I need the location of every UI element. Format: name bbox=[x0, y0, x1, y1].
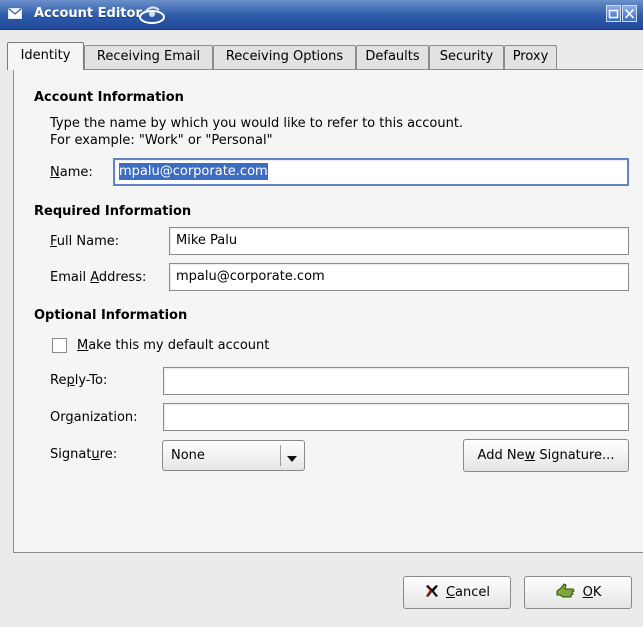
tab-receiving-options[interactable]: Receiving Options bbox=[213, 45, 356, 69]
ok-hand-icon bbox=[555, 582, 577, 604]
signature-label-pre: Signat bbox=[50, 447, 92, 462]
tab-proxy[interactable]: Proxy bbox=[504, 45, 557, 69]
email-label-mnemonic: A bbox=[90, 270, 99, 285]
ok-button[interactable]: OK bbox=[524, 576, 632, 609]
tab-security[interactable]: Security bbox=[429, 45, 504, 69]
add-signature-post: Signature... bbox=[535, 448, 615, 463]
ok-label: OK bbox=[583, 585, 602, 600]
default-account-checkbox[interactable] bbox=[52, 338, 67, 353]
cancel-mnemonic: C bbox=[445, 585, 456, 600]
optional-information-heading: Optional Information bbox=[34, 308, 188, 323]
signature-select-divider bbox=[280, 445, 281, 466]
add-signature-pre: Add Ne bbox=[477, 448, 525, 463]
tab-defaults[interactable]: Defaults bbox=[356, 45, 429, 69]
organization-label-mnemonic: g bbox=[65, 410, 74, 425]
ok-button-content: OK bbox=[555, 582, 602, 604]
reply-to-label-pre: Re bbox=[50, 373, 67, 388]
tab-receiving-email[interactable]: Receiving Email bbox=[84, 45, 213, 69]
cancel-label: Cancel bbox=[446, 585, 490, 600]
full-name-label-mnemonic: F bbox=[50, 234, 57, 249]
email-label-post: ddress: bbox=[98, 270, 147, 285]
window-title: Account Editor bbox=[34, 6, 142, 21]
title-bar[interactable]: Account Editor bbox=[0, 0, 643, 30]
add-signature-mnemonic: w bbox=[524, 448, 536, 463]
full-name-input[interactable]: Mike Palu bbox=[169, 227, 629, 255]
close-icon bbox=[624, 8, 635, 19]
signature-label-post: re: bbox=[99, 447, 118, 462]
maximize-icon bbox=[608, 9, 619, 19]
email-address-label: Email Address: bbox=[50, 270, 146, 285]
swirl-logo-icon bbox=[137, 2, 167, 26]
required-information-heading: Required Information bbox=[34, 204, 192, 219]
reply-to-label-post: ly-To: bbox=[74, 373, 108, 388]
add-signature-label: Add New Signature... bbox=[478, 448, 615, 463]
organization-label-pre: Or bbox=[50, 410, 66, 425]
name-label-mnemonic: N bbox=[50, 165, 60, 180]
ok-text: K bbox=[592, 585, 602, 600]
account-description-line1: Type the name by which you would like to… bbox=[50, 116, 464, 131]
close-button[interactable] bbox=[622, 5, 637, 22]
reply-to-input[interactable] bbox=[163, 367, 629, 395]
cancel-x-icon bbox=[424, 583, 440, 603]
default-account-label[interactable]: Make this my default account bbox=[77, 338, 269, 353]
cancel-text: ancel bbox=[455, 585, 491, 600]
tab-identity[interactable]: Identity bbox=[7, 42, 84, 70]
signature-label-mnemonic: u bbox=[91, 447, 100, 462]
default-account-text: ake this my default account bbox=[88, 338, 270, 353]
reply-to-label-mnemonic: p bbox=[66, 373, 75, 388]
reply-to-label: Reply-To: bbox=[50, 373, 107, 388]
default-account-mnemonic: M bbox=[77, 338, 89, 353]
organization-label: Organization: bbox=[50, 410, 138, 425]
mail-envelope-icon bbox=[8, 8, 22, 19]
organization-input[interactable] bbox=[163, 403, 629, 431]
account-information-heading: Account Information bbox=[34, 90, 184, 105]
name-label: Name: bbox=[50, 165, 93, 180]
signature-select[interactable]: None bbox=[162, 440, 305, 471]
account-name-value: mpalu@corporate.com bbox=[119, 163, 268, 180]
account-name-input[interactable]: mpalu@corporate.com bbox=[113, 158, 629, 186]
cancel-button[interactable]: Cancel bbox=[403, 576, 511, 609]
account-description-line2: For example: "Work" or "Personal" bbox=[50, 133, 273, 148]
account-editor-window: Account Editor Identity Receiving Email … bbox=[0, 0, 643, 627]
signature-select-value: None bbox=[171, 448, 205, 463]
chevron-down-icon bbox=[287, 452, 297, 467]
add-new-signature-button[interactable]: Add New Signature... bbox=[463, 439, 629, 472]
full-name-label: Full Name: bbox=[50, 234, 119, 249]
organization-label-post: anization: bbox=[73, 410, 138, 425]
full-name-label-text: ull Name: bbox=[56, 234, 120, 249]
signature-label: Signature: bbox=[50, 447, 117, 462]
email-address-input[interactable]: mpalu@corporate.com bbox=[169, 263, 629, 291]
cancel-button-content: Cancel bbox=[424, 583, 490, 603]
ok-mnemonic: O bbox=[582, 585, 593, 600]
email-label-pre: Email bbox=[50, 270, 91, 285]
name-label-text: ame: bbox=[59, 165, 93, 180]
maximize-button[interactable] bbox=[606, 5, 621, 22]
